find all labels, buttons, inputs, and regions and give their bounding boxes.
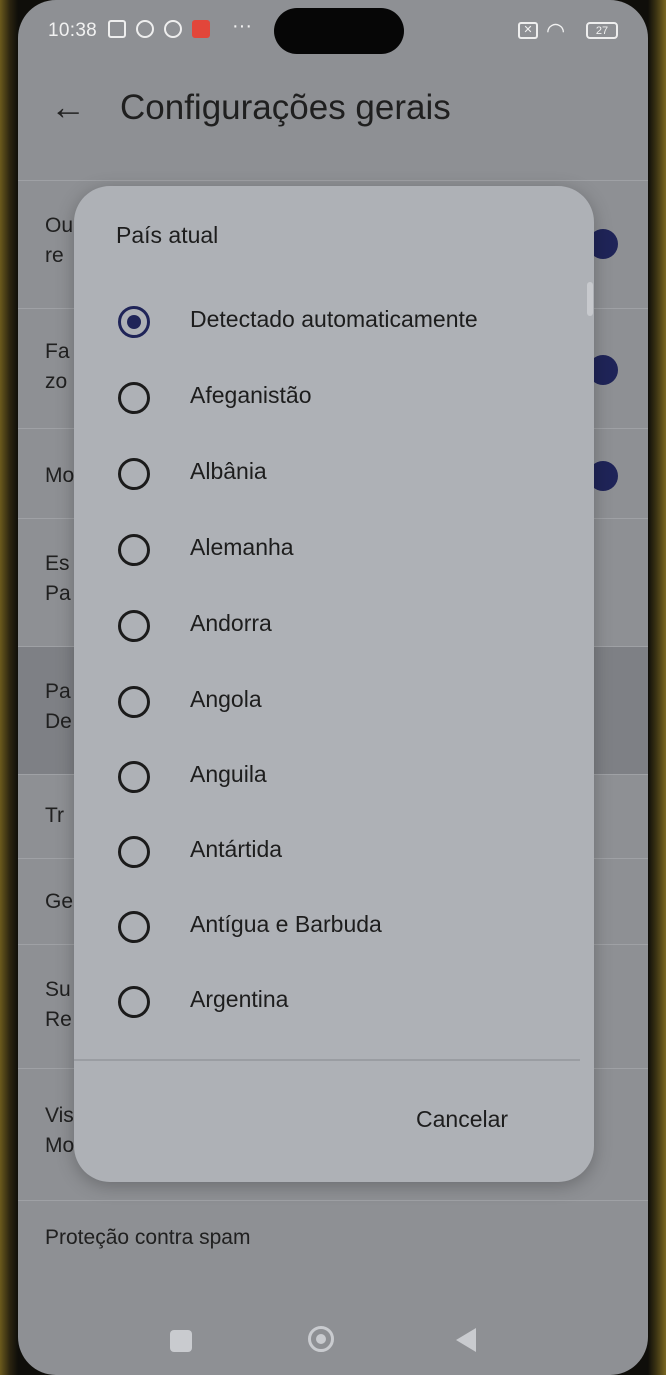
- radio-icon[interactable]: [118, 458, 150, 490]
- radio-icon[interactable]: [118, 986, 150, 1018]
- radio-selected-icon[interactable]: [118, 306, 150, 338]
- option-label: Antígua e Barbuda: [190, 911, 382, 937]
- wifi-icon: ◠: [546, 18, 566, 43]
- recent-apps-icon[interactable]: [170, 1330, 192, 1352]
- system-nav-bar: [18, 1300, 648, 1375]
- nav-back-icon[interactable]: [456, 1328, 476, 1352]
- country-option[interactable]: Andorra: [74, 588, 594, 660]
- option-label: Antártida: [190, 836, 283, 862]
- radio-icon[interactable]: [118, 911, 150, 943]
- option-label: Alemanha: [190, 534, 294, 560]
- status-bar: 10:38 ··· ✕ ◠ 27: [18, 0, 648, 64]
- option-label: Detectado automaticamente: [190, 306, 478, 332]
- no-sim-icon: ✕: [518, 22, 538, 39]
- country-option[interactable]: Anguila: [74, 739, 594, 811]
- radio-icon[interactable]: [118, 610, 150, 642]
- radio-icon[interactable]: [118, 534, 150, 566]
- country-picker-dialog: País atual Detectado automaticamente Afe…: [74, 186, 594, 1182]
- country-option[interactable]: Angola: [74, 664, 594, 736]
- settings-row-spam-protection[interactable]: Proteção contra spam: [18, 1200, 648, 1284]
- country-option[interactable]: Argentina: [74, 964, 594, 1036]
- more-notifications-icon: ···: [232, 15, 252, 37]
- country-option[interactable]: Alemanha: [74, 512, 594, 584]
- cancel-button[interactable]: Cancelar: [408, 1102, 516, 1137]
- country-option[interactable]: Afeganistão: [74, 360, 594, 432]
- page-title: Configurações gerais: [120, 88, 451, 127]
- option-label: Angola: [190, 686, 262, 712]
- country-option[interactable]: Albânia: [74, 436, 594, 508]
- app-bar: ← Configurações gerais: [18, 64, 648, 156]
- status-time: 10:38: [48, 20, 98, 41]
- option-label: Anguila: [190, 761, 267, 787]
- camera-notch: [274, 8, 404, 54]
- sync-icon: [136, 20, 154, 38]
- radio-icon[interactable]: [118, 836, 150, 868]
- settings-gear-icon: [164, 20, 182, 38]
- dialog-divider: [74, 1059, 580, 1061]
- mail-notification-icon: [192, 20, 210, 38]
- nfc-icon: [108, 20, 126, 38]
- country-option[interactable]: Antígua e Barbuda: [74, 889, 594, 961]
- back-arrow-icon[interactable]: ←: [50, 86, 86, 128]
- option-label: Albânia: [190, 458, 267, 484]
- dialog-title: País atual: [116, 222, 219, 248]
- country-option[interactable]: Detectado automaticamente: [74, 284, 594, 356]
- option-label: Argentina: [190, 986, 289, 1012]
- radio-icon[interactable]: [118, 761, 150, 793]
- country-option[interactable]: Antártida: [74, 814, 594, 886]
- option-label: Afeganistão: [190, 382, 312, 408]
- option-label: Andorra: [190, 610, 272, 636]
- battery-icon: 27: [586, 22, 618, 39]
- radio-icon[interactable]: [118, 382, 150, 414]
- row-title: Proteção contra spam: [45, 1226, 251, 1249]
- home-icon[interactable]: [308, 1326, 334, 1352]
- radio-icon[interactable]: [118, 686, 150, 718]
